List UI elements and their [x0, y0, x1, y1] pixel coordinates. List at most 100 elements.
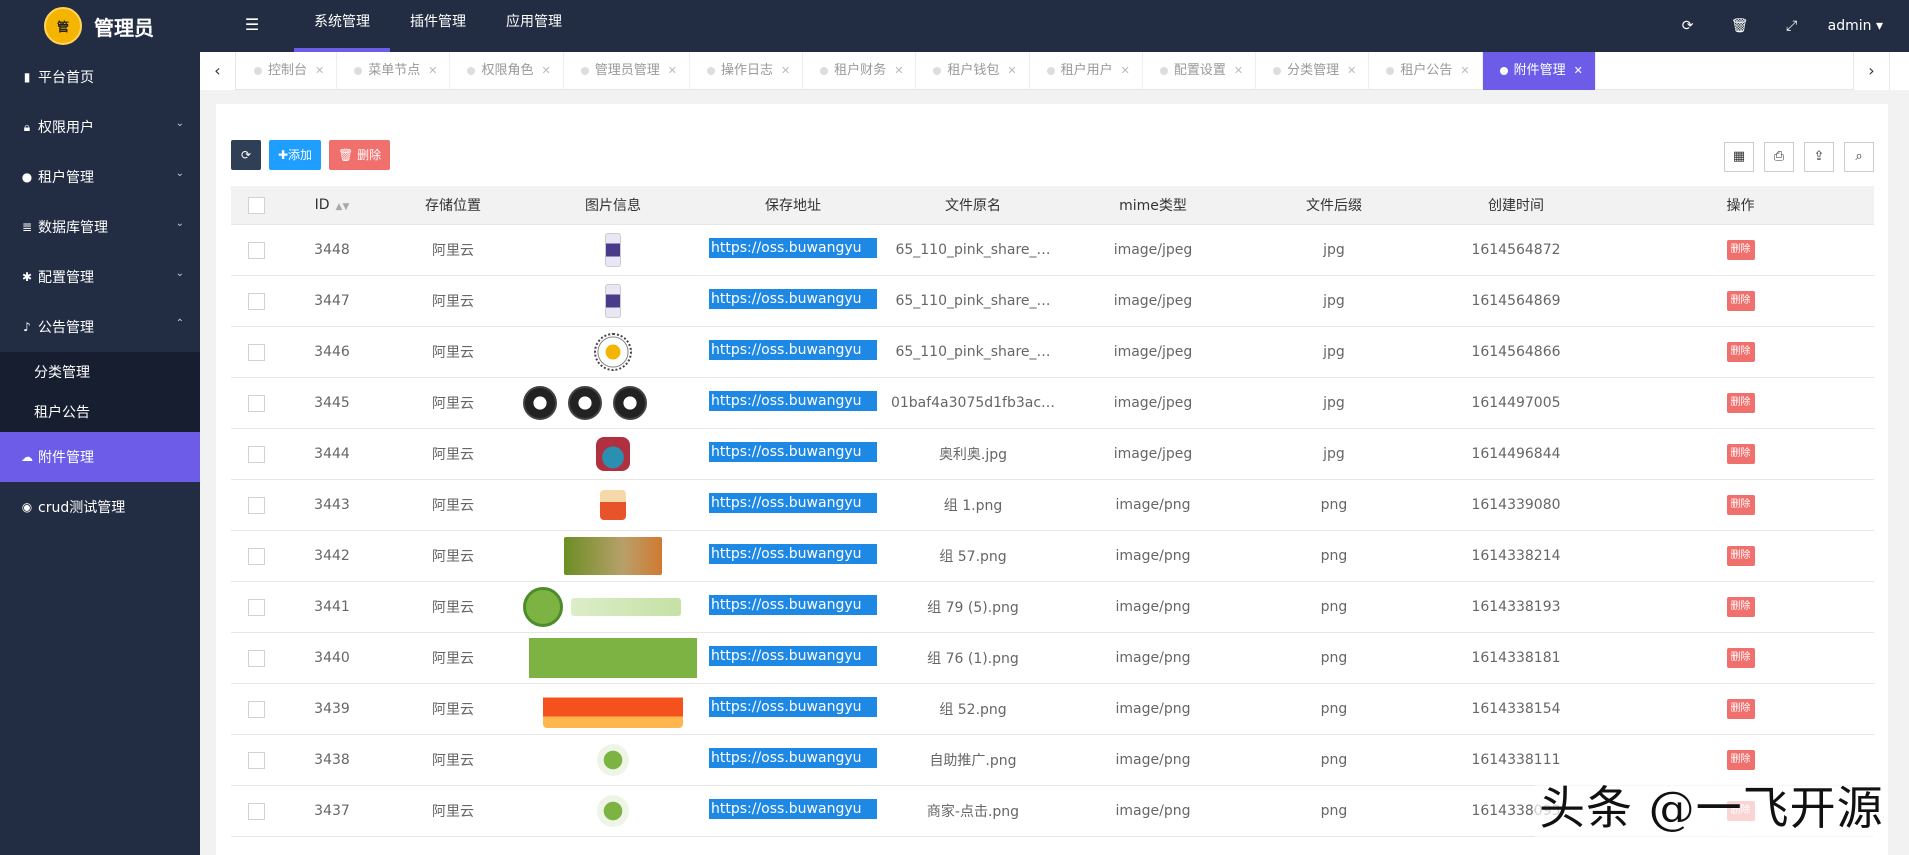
sidebar-item[interactable]: ✱ 配置管理 ⌄	[0, 252, 200, 302]
sidebar-item[interactable]: ▮ 平台首页	[0, 52, 200, 102]
column-header[interactable]: ID ▲▼	[281, 197, 383, 213]
image-thumbnail[interactable]	[605, 284, 621, 318]
tab-3[interactable]: 管理员管理 ✕	[564, 52, 690, 90]
search-icon[interactable]: ⌕	[1844, 142, 1874, 172]
close-icon[interactable]: ✕	[428, 64, 437, 77]
close-icon[interactable]: ✕	[1574, 64, 1583, 77]
tab-more-icon[interactable]	[1889, 52, 1909, 90]
save-url-link[interactable]: https://oss.buwangyu	[709, 238, 877, 258]
sidebar-item[interactable]: ♪ 公告管理 ⌃	[0, 302, 200, 352]
row-delete-button[interactable]: 删除	[1726, 342, 1755, 362]
topnav-item[interactable]: 系统管理	[294, 0, 390, 52]
sidebar-item[interactable]: 租户公告	[0, 392, 200, 432]
menu-toggle-icon[interactable]: ☰	[242, 14, 262, 36]
save-url-link[interactable]: https://oss.buwangyu	[709, 391, 877, 411]
tab-7[interactable]: 租户用户 ✕	[1030, 52, 1143, 90]
print-icon[interactable]: ⎙	[1764, 142, 1794, 172]
close-icon[interactable]: ✕	[668, 64, 677, 77]
tab-2[interactable]: 权限角色 ✕	[450, 52, 564, 90]
save-url-link[interactable]: https://oss.buwangyu	[709, 748, 877, 768]
tab-4[interactable]: 操作日志 ✕	[690, 52, 804, 90]
tab-11[interactable]: 附件管理 ✕	[1482, 52, 1596, 90]
row-checkbox[interactable]	[247, 241, 265, 259]
fullscreen-icon[interactable]: ⤢	[1766, 18, 1818, 34]
image-thumbnail[interactable]	[594, 333, 632, 371]
row-delete-button[interactable]: 删除	[1726, 240, 1755, 260]
row-checkbox[interactable]	[247, 496, 265, 514]
refresh-button[interactable]: ⟳	[231, 140, 261, 170]
tab-1[interactable]: 菜单节点 ✕	[337, 52, 451, 90]
row-checkbox[interactable]	[247, 802, 265, 820]
image-thumbnail[interactable]	[596, 437, 630, 471]
tab-6[interactable]: 租户钱包 ✕	[916, 52, 1030, 90]
refresh-icon[interactable]: ⟳	[1662, 18, 1714, 34]
sidebar-item[interactable]: ≣ 数据库管理 ⌄	[0, 202, 200, 252]
save-url-link[interactable]: https://oss.buwangyu	[709, 289, 877, 309]
row-delete-button[interactable]: 删除	[1726, 699, 1755, 719]
user-menu[interactable]: admin ▾	[1818, 18, 1909, 34]
row-checkbox[interactable]	[247, 751, 265, 769]
sidebar-item[interactable]: 🔒︎ 权限用户 ⌄	[0, 102, 200, 152]
row-delete-button[interactable]: 删除	[1726, 444, 1755, 464]
image-thumbnail[interactable]	[605, 233, 621, 267]
save-url-link[interactable]: https://oss.buwangyu	[709, 340, 877, 360]
save-url-link[interactable]: https://oss.buwangyu	[709, 697, 877, 717]
row-checkbox[interactable]	[247, 292, 265, 310]
image-thumbnail[interactable]	[543, 690, 683, 728]
row-delete-button[interactable]: 删除	[1726, 393, 1755, 413]
close-icon[interactable]: ✕	[1234, 64, 1243, 77]
columns-icon[interactable]: ▦	[1724, 142, 1754, 172]
select-all-checkbox[interactable]	[247, 196, 265, 214]
close-icon[interactable]: ✕	[894, 64, 903, 77]
row-checkbox[interactable]	[247, 445, 265, 463]
row-checkbox[interactable]	[247, 547, 265, 565]
row-delete-button[interactable]: 删除	[1726, 495, 1755, 515]
image-thumbnail[interactable]	[597, 744, 629, 776]
trash-icon[interactable]: 🗑	[1714, 18, 1766, 34]
close-icon[interactable]: ✕	[315, 64, 324, 77]
image-thumbnail[interactable]	[564, 537, 662, 575]
sort-icon[interactable]: ▲▼	[336, 202, 350, 212]
save-url-link[interactable]: https://oss.buwangyu	[709, 442, 877, 462]
tab-0[interactable]: 控制台 ✕	[237, 52, 338, 90]
save-url-link[interactable]: https://oss.buwangyu	[709, 646, 877, 666]
close-icon[interactable]: ✕	[781, 64, 790, 77]
export-icon[interactable]: ⇪	[1804, 142, 1834, 172]
save-url-link[interactable]: https://oss.buwangyu	[709, 799, 877, 819]
save-url-link[interactable]: https://oss.buwangyu	[709, 544, 877, 564]
topnav-item[interactable]: 应用管理	[486, 0, 582, 52]
row-checkbox[interactable]	[247, 598, 265, 616]
save-url-link[interactable]: https://oss.buwangyu	[709, 493, 877, 513]
close-icon[interactable]: ✕	[1460, 64, 1469, 77]
row-delete-button[interactable]: 删除	[1726, 291, 1755, 311]
row-delete-button[interactable]: 删除	[1726, 648, 1755, 668]
tab-5[interactable]: 租户财务 ✕	[803, 52, 917, 90]
image-thumbnail[interactable]	[523, 386, 647, 420]
row-delete-button[interactable]: 删除	[1726, 750, 1755, 770]
tab-scroll-right-icon[interactable]: ›	[1853, 52, 1889, 90]
save-url-link[interactable]: https://oss.buwangyu	[709, 595, 877, 615]
row-checkbox[interactable]	[247, 343, 265, 361]
tab-scroll-left-icon[interactable]: ‹	[200, 52, 236, 90]
sidebar-item[interactable]: ◉ crud测试管理	[0, 482, 200, 532]
topnav-item[interactable]: 插件管理	[390, 0, 486, 52]
add-button[interactable]: ✚添加	[269, 140, 322, 170]
delete-button[interactable]: 🗑 删除	[329, 140, 391, 170]
image-thumbnail[interactable]	[523, 587, 693, 627]
close-icon[interactable]: ✕	[1121, 64, 1130, 77]
close-icon[interactable]: ✕	[1007, 64, 1016, 77]
row-checkbox[interactable]	[247, 649, 265, 667]
close-icon[interactable]: ✕	[541, 64, 550, 77]
row-checkbox[interactable]	[247, 394, 265, 412]
close-icon[interactable]: ✕	[1347, 64, 1356, 77]
image-thumbnail[interactable]	[600, 490, 626, 520]
tab-10[interactable]: 租户公告 ✕	[1369, 52, 1483, 90]
sidebar-item[interactable]: ● 租户管理 ⌄	[0, 152, 200, 202]
image-thumbnail[interactable]	[529, 638, 697, 678]
row-checkbox[interactable]	[247, 700, 265, 718]
row-delete-button[interactable]: 删除	[1726, 597, 1755, 617]
tab-8[interactable]: 配置设置 ✕	[1143, 52, 1257, 90]
row-delete-button[interactable]: 删除	[1726, 546, 1755, 566]
sidebar-item[interactable]: 分类管理	[0, 352, 200, 392]
sidebar-item[interactable]: ☁ 附件管理	[0, 432, 200, 482]
